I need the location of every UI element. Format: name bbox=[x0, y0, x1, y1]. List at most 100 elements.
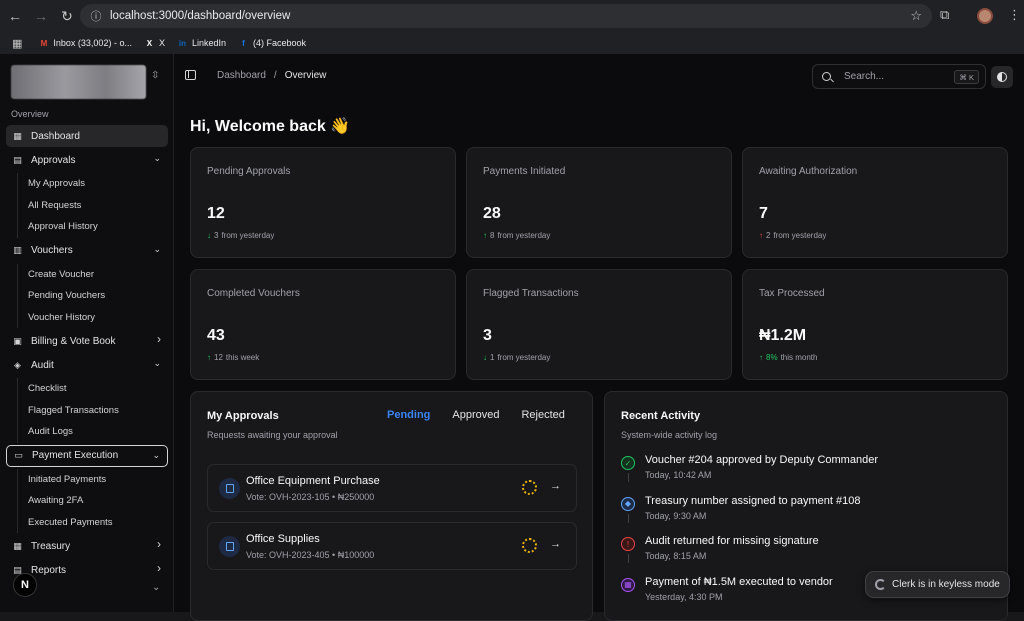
stat-delta: ↑ 12 this week bbox=[207, 353, 259, 362]
sidebar-subitem-all-requests[interactable]: All Requests bbox=[28, 195, 168, 217]
sidebar-subitem-my-approvals[interactable]: My Approvals bbox=[28, 173, 168, 195]
sidebar-subitem-create-voucher[interactable]: Create Voucher bbox=[28, 264, 168, 286]
sidebar-item-treasury[interactable]: ▦ Treasury › bbox=[6, 535, 168, 557]
arrow-right-icon[interactable]: → bbox=[550, 538, 561, 550]
stat-delta-text: from yesterday bbox=[497, 353, 551, 362]
bookmark-label: LinkedIn bbox=[191, 38, 226, 48]
x-icon: X bbox=[146, 38, 153, 48]
breadcrumb-overview: Overview bbox=[284, 70, 327, 81]
stat-delta-value: 1 bbox=[490, 353, 495, 362]
chevron-right-icon[interactable]: › bbox=[157, 561, 161, 575]
chevrons-up-down-icon[interactable]: ⇳ bbox=[151, 70, 159, 81]
sidebar-toggle-icon[interactable] bbox=[185, 70, 196, 80]
sidebar-subitem-flagged-transactions[interactable]: Flagged Transactions bbox=[28, 400, 168, 422]
site-info-icon[interactable]: ⓘ bbox=[84, 8, 108, 24]
activity-time: Yesterday, 4:30 PM bbox=[645, 591, 723, 602]
stat-delta-text: from yesterday bbox=[773, 231, 827, 240]
document-icon bbox=[219, 478, 240, 499]
address-bar[interactable]: ⓘ localhost:3000/dashboard/overview ☆ bbox=[80, 4, 932, 28]
activity-title: Audit returned for missing signature bbox=[645, 535, 819, 547]
chevron-down-icon[interactable]: ⌄ bbox=[153, 244, 161, 255]
sidebar-item-vouchers[interactable]: ▥ Vouchers ⌄ bbox=[6, 240, 168, 262]
chevron-down-icon[interactable]: ⌄ bbox=[153, 153, 161, 164]
arrow-up-icon: ↑ bbox=[483, 231, 487, 240]
menu-icon[interactable]: ⋮ bbox=[1008, 7, 1021, 23]
bookmark-item[interactable]: f (4) Facebook bbox=[238, 38, 306, 49]
stat-card: Pending Approvals 12 ↓ 3 from yesterday bbox=[190, 147, 456, 258]
gmail-icon: M bbox=[40, 38, 48, 48]
search-icon bbox=[822, 72, 831, 81]
nextjs-logo[interactable]: N bbox=[13, 573, 37, 597]
timeline-connector bbox=[628, 513, 629, 523]
approval-item[interactable]: Office Equipment Purchase Vote: OVH-2023-… bbox=[207, 464, 577, 512]
approvals-subtitle: Requests awaiting your approval bbox=[207, 430, 338, 440]
bookmark-item[interactable]: M Inbox (33,002) - o... bbox=[38, 38, 132, 49]
chevron-right-icon[interactable]: › bbox=[157, 537, 161, 551]
approval-meta: Vote: OVH-2023-105 • ₦250000 bbox=[246, 492, 375, 502]
stat-value: 43 bbox=[207, 327, 225, 344]
sidebar-nav: ▦ Dashboard ▤ Approvals ⌄ My Approvals All Req… bbox=[6, 125, 168, 583]
chevrons-down-icon[interactable]: ⌄ bbox=[152, 582, 160, 593]
sidebar-subitem-checklist[interactable]: Checklist bbox=[28, 378, 168, 400]
bookmark-item[interactable]: XX bbox=[144, 38, 165, 49]
app-root: ⇳ Overview ▦ Dashboard ▤ Approvals ⌄ My Appro… bbox=[0, 54, 1024, 621]
extensions-icon[interactable]: ⧉ bbox=[940, 7, 949, 23]
activity-time: Today, 10:42 AM bbox=[645, 470, 712, 480]
profile-avatar[interactable] bbox=[977, 8, 993, 24]
credit-card-icon: ▭ bbox=[14, 450, 23, 460]
back-icon[interactable]: ← bbox=[4, 5, 26, 27]
org-switcher-logo[interactable] bbox=[11, 65, 146, 99]
tab-approved[interactable]: Approved bbox=[452, 409, 499, 421]
sidebar-subitem-pending-vouchers[interactable]: Pending Vouchers bbox=[28, 285, 168, 307]
sidebar-item-payment-execution[interactable]: ▭ Payment Execution ⌄ bbox=[6, 444, 168, 467]
activity-item: ✓ Voucher #204 approved by Deputy Command… bbox=[621, 454, 921, 488]
clerk-keyless-badge[interactable]: Clerk is in keyless mode bbox=[865, 571, 1010, 598]
tab-rejected[interactable]: Rejected bbox=[521, 409, 564, 421]
apps-icon[interactable]: ▦ bbox=[12, 37, 22, 50]
approval-title: Office Equipment Purchase bbox=[246, 475, 380, 487]
breadcrumb-dashboard[interactable]: Dashboard bbox=[217, 70, 266, 81]
my-approvals-panel: My Approvals Requests awaiting your appr… bbox=[190, 391, 593, 621]
sidebar-item-approvals[interactable]: ▤ Approvals ⌄ bbox=[6, 149, 168, 171]
arrow-right-icon[interactable]: → bbox=[550, 480, 561, 492]
sidebar-subitem-executed-payments[interactable]: Executed Payments bbox=[28, 512, 168, 534]
arrow-up-icon: ↑ bbox=[759, 353, 763, 362]
bookmark-item[interactable]: in LinkedIn bbox=[177, 38, 226, 49]
approval-item[interactable]: Office Supplies Vote: OVH-2023-405 • ₦100… bbox=[207, 522, 577, 570]
sidebar-subitem-voucher-history[interactable]: Voucher History bbox=[28, 307, 168, 329]
contrast-icon bbox=[997, 72, 1007, 82]
stat-delta-text: from yesterday bbox=[221, 231, 275, 240]
approval-tabs: Pending Approved Rejected bbox=[387, 409, 587, 421]
timeline-connector bbox=[628, 473, 629, 482]
tab-pending[interactable]: Pending bbox=[387, 409, 430, 421]
stat-card: Awaiting Authorization 7 ↑ 2 from yesterday bbox=[742, 147, 1008, 258]
theme-toggle-button[interactable] bbox=[991, 66, 1013, 88]
sidebar-item-dashboard[interactable]: ▦ Dashboard bbox=[6, 125, 168, 147]
stat-delta: ↑ 8% this month bbox=[759, 353, 817, 362]
stat-label: Flagged Transactions bbox=[483, 288, 579, 299]
sidebar-subitem-approval-history[interactable]: Approval History bbox=[28, 216, 168, 238]
stat-label: Awaiting Authorization bbox=[759, 166, 858, 177]
sidebar-item-audit[interactable]: ◈ Audit ⌄ bbox=[6, 354, 168, 376]
stat-card: Flagged Transactions 3 ↓ 1 from yesterday bbox=[466, 269, 732, 380]
search-placeholder: Search... bbox=[844, 71, 885, 82]
stat-delta-value: 3 bbox=[214, 231, 219, 240]
bookmark-star-icon[interactable]: ☆ bbox=[910, 8, 922, 24]
forward-icon[interactable]: → bbox=[30, 5, 52, 27]
arrow-up-icon: ↑ bbox=[207, 353, 211, 362]
stat-delta: ↓ 1 from yesterday bbox=[483, 353, 550, 362]
chevron-down-icon[interactable]: ⌄ bbox=[152, 450, 160, 461]
chevron-right-icon[interactable]: › bbox=[157, 332, 161, 346]
sidebar-subitem-audit-logs[interactable]: Audit Logs bbox=[28, 421, 168, 443]
sidebar-subitem-initiated-payments[interactable]: Initiated Payments bbox=[28, 469, 168, 491]
sidebar-subitem-awaiting-2fa[interactable]: Awaiting 2FA bbox=[28, 490, 168, 512]
search-input[interactable]: Search... ⌘ K bbox=[812, 64, 986, 89]
stat-delta: ↑ 8 from yesterday bbox=[483, 231, 550, 240]
sidebar-section-label: Overview bbox=[11, 109, 49, 119]
reload-icon[interactable]: ↻ bbox=[56, 5, 78, 27]
facebook-icon: f bbox=[242, 38, 245, 48]
stat-label: Tax Processed bbox=[759, 288, 825, 299]
book-icon: ▣ bbox=[13, 335, 22, 346]
sidebar-item-billing-vote-book[interactable]: ▣ Billing & Vote Book › bbox=[6, 330, 168, 352]
chevron-down-icon[interactable]: ⌄ bbox=[153, 358, 161, 369]
